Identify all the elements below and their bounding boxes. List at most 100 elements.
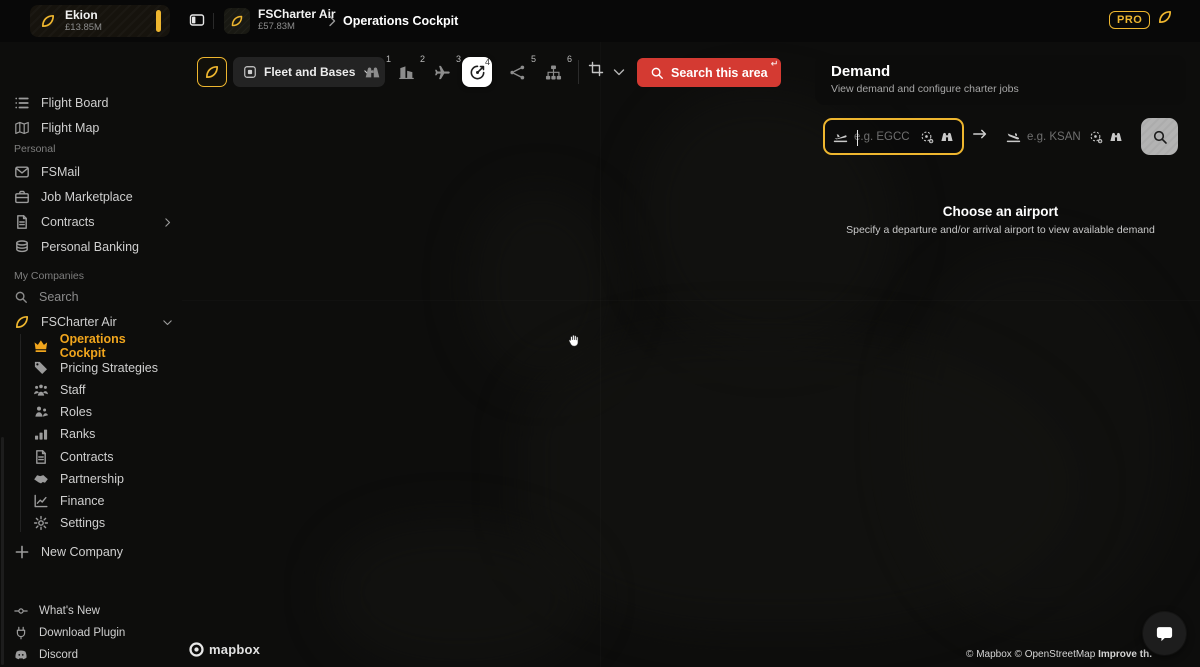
- plus-icon: [14, 544, 30, 560]
- sidebar-item-download-plugin[interactable]: Download Plugin: [14, 622, 174, 644]
- tool-badge: 4: [485, 57, 490, 67]
- company-name-label: FSCharter Air: [41, 315, 117, 329]
- sidebar-item-label: Download Plugin: [39, 627, 125, 639]
- tool-badge: 2: [420, 54, 425, 64]
- sidebar-search[interactable]: [14, 286, 164, 308]
- sidebar-item-company-contracts[interactable]: Contracts: [33, 447, 173, 467]
- account-accent-bar: [156, 10, 161, 32]
- search-this-area-button[interactable]: Search this area: [637, 58, 781, 87]
- tool-network-button[interactable]: 5: [502, 57, 532, 87]
- chevron-down-icon[interactable]: [611, 64, 627, 80]
- toolbar-divider: [578, 60, 579, 84]
- sidebar-item-whats-new[interactable]: What's New: [14, 600, 174, 622]
- flight-map-icon: [14, 120, 30, 136]
- sidebar-item-contracts[interactable]: Contracts: [14, 211, 174, 233]
- sidebar-item-partnership[interactable]: Partnership: [33, 469, 173, 489]
- search-icon: [14, 290, 28, 304]
- demand-search-button[interactable]: [1141, 118, 1178, 155]
- contracts-icon: [33, 449, 49, 465]
- sidebar: Flight Board Flight Map Personal FSMail …: [0, 42, 182, 667]
- company-quick-button[interactable]: [197, 57, 227, 87]
- attribution-osm-link[interactable]: © OpenStreetMap: [1015, 649, 1096, 660]
- sidebar-item-label: Flight Board: [41, 96, 108, 110]
- tool-bases-button[interactable]: 2: [391, 57, 421, 87]
- return-key-hint-icon: [769, 59, 778, 68]
- fleet-dropdown-label: Fleet and Bases: [264, 65, 355, 79]
- arrival-airport-field[interactable]: [998, 118, 1131, 155]
- binoculars-icon[interactable]: [1109, 130, 1123, 144]
- sidebar-item-label: Ranks: [60, 427, 95, 441]
- sidebar-item-new-company[interactable]: New Company: [14, 541, 174, 563]
- sidebar-item-finance[interactable]: Finance: [33, 491, 173, 511]
- locate-icon[interactable]: [1089, 130, 1103, 144]
- app-window: Ekion £13.85M FSCharter Air £57.83M Oper…: [0, 0, 1200, 667]
- sidebar-item-label: Finance: [60, 494, 104, 508]
- text-caret: [857, 130, 858, 146]
- sidebar-item-fsmail[interactable]: FSMail: [14, 161, 174, 183]
- sidebar-search-input[interactable]: [39, 290, 139, 304]
- company-logo[interactable]: [224, 8, 250, 34]
- attribution-improve-link[interactable]: Improve th: [1098, 649, 1149, 660]
- arrival-airport-input[interactable]: [1027, 131, 1083, 143]
- staff-icon: [33, 382, 49, 398]
- tool-hierarchy-button[interactable]: 6: [538, 57, 568, 87]
- sidebar-item-ranks[interactable]: Ranks: [33, 424, 173, 444]
- mapbox-ring-icon: [189, 642, 204, 657]
- hierarchy-icon: [545, 64, 562, 81]
- sidebar-item-staff[interactable]: Staff: [33, 380, 173, 400]
- departure-airport-input[interactable]: [854, 131, 914, 143]
- personal-account-name: Ekion: [65, 9, 102, 22]
- sidebar-item-personal-banking[interactable]: Personal Banking: [14, 236, 174, 258]
- tool-demand-button[interactable]: 4: [462, 57, 492, 87]
- chat-bubble-icon: [1155, 624, 1174, 643]
- discord-icon: [14, 648, 28, 662]
- locate-icon[interactable]: [920, 130, 934, 144]
- search-area-label: Search this area: [671, 66, 768, 80]
- fsmail-icon: [14, 164, 30, 180]
- sidebar-item-label: FSMail: [41, 165, 80, 179]
- settings-icon: [33, 515, 49, 531]
- demand-empty-state: Choose an airport Specify a departure an…: [815, 204, 1186, 236]
- map-gridline: [600, 42, 601, 667]
- personal-account-card[interactable]: Ekion £13.85M: [30, 5, 170, 37]
- top-bar: Ekion £13.85M FSCharter Air £57.83M Oper…: [0, 0, 1200, 42]
- mapbox-logo[interactable]: mapbox: [189, 642, 260, 657]
- demand-target-icon: [469, 64, 486, 81]
- sidebar-item-settings[interactable]: Settings: [33, 513, 173, 533]
- sidebar-scrollbar[interactable]: [1, 437, 4, 665]
- arrow-right-icon: [972, 126, 988, 142]
- brand-leaf-icon[interactable]: [1157, 9, 1173, 25]
- breadcrumb: Operations Cockpit: [343, 14, 458, 28]
- binoculars-icon[interactable]: [940, 130, 954, 144]
- sidebar-item-job-marketplace[interactable]: Job Marketplace: [14, 186, 174, 208]
- sidebar-company-fscharter-air[interactable]: FSCharter Air: [14, 311, 174, 333]
- sidebar-item-operations-cockpit[interactable]: Operations Cockpit: [33, 336, 173, 356]
- search-icon: [650, 66, 664, 80]
- departure-airport-field[interactable]: [823, 118, 964, 155]
- sidebar-item-label: Personal Banking: [41, 240, 139, 254]
- personal-banking-icon: [14, 239, 30, 255]
- sidebar-item-label: Flight Map: [41, 121, 99, 135]
- ranks-icon: [33, 426, 49, 442]
- pro-badge[interactable]: PRO: [1109, 11, 1150, 29]
- building-icon: [398, 64, 415, 81]
- sidebar-item-label: Settings: [60, 516, 105, 530]
- chat-launcher-button[interactable]: [1143, 612, 1186, 655]
- tool-explore-button[interactable]: 1: [357, 57, 387, 87]
- sidebar-item-label: Roles: [60, 405, 92, 419]
- sidebar-item-roles[interactable]: Roles: [33, 402, 173, 422]
- sidebar-toggle-icon[interactable]: [189, 12, 205, 28]
- chevron-down-icon: [161, 316, 174, 329]
- hand-cursor: [566, 333, 582, 349]
- tool-flights-button[interactable]: 3: [427, 57, 457, 87]
- download-plugin-icon: [14, 626, 28, 640]
- sidebar-item-flight-map[interactable]: Flight Map: [14, 117, 174, 139]
- pricing-strategies-icon: [33, 360, 49, 376]
- sidebar-item-pricing-strategies[interactable]: Pricing Strategies: [33, 358, 173, 378]
- sidebar-item-flight-board[interactable]: Flight Board: [14, 92, 174, 114]
- area-select-icon[interactable]: [588, 61, 604, 77]
- demand-panel-header: Demand View demand and configure charter…: [815, 55, 1186, 105]
- sidebar-item-label: Partnership: [60, 472, 124, 486]
- attribution-mapbox-link[interactable]: © Mapbox: [966, 649, 1012, 660]
- sidebar-item-discord[interactable]: Discord: [14, 644, 174, 666]
